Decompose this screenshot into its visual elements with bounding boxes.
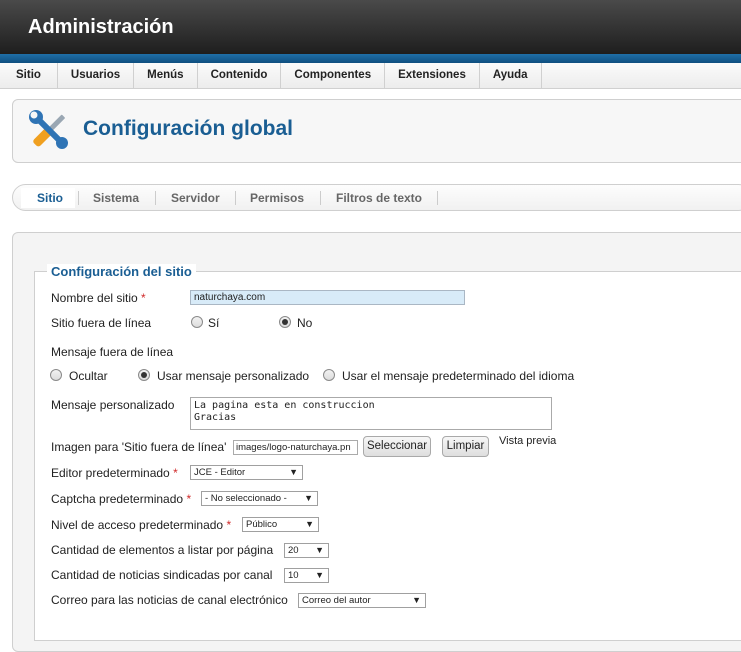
feed-limit-label: Cantidad de noticias sindicadas por cana… bbox=[51, 568, 273, 582]
dropdown-arrow-icon: ▼ bbox=[315, 545, 324, 555]
required-marker: * bbox=[226, 518, 232, 532]
offline-message-custom-label: Usar mensaje personalizado bbox=[157, 369, 310, 383]
dropdown-arrow-icon: ▼ bbox=[289, 467, 298, 477]
tab-sistema[interactable]: Sistema bbox=[93, 190, 139, 206]
offline-message-hide-radio[interactable] bbox=[50, 369, 62, 381]
default-access-label-text: Nivel de acceso predeterminado bbox=[51, 518, 224, 532]
default-access-label: Nivel de acceso predeterminado * bbox=[51, 518, 231, 532]
offline-message-default-radio[interactable] bbox=[323, 369, 335, 381]
required-marker: * bbox=[141, 291, 146, 305]
menu-item-usuarios[interactable]: Usuarios bbox=[58, 63, 135, 89]
site-name-input[interactable]: naturchaya.com bbox=[190, 290, 465, 305]
default-captcha-value: - No seleccionado - bbox=[205, 493, 287, 504]
offline-no-radio[interactable] bbox=[279, 316, 291, 328]
feed-email-value: Correo del autor bbox=[302, 595, 371, 606]
default-access-value: Público bbox=[246, 519, 278, 530]
feed-limit-value: 10 bbox=[288, 570, 299, 581]
fieldset-legend: Configuración del sitio bbox=[47, 264, 196, 279]
custom-message-textarea[interactable]: La pagina esta en construccion Gracias bbox=[190, 397, 552, 430]
default-captcha-label-text: Captcha predeterminado bbox=[51, 492, 184, 506]
tab-separator bbox=[235, 191, 236, 205]
offline-message-custom-radio[interactable] bbox=[138, 369, 150, 381]
offline-image-label: Imagen para 'Sitio fuera de línea' bbox=[51, 440, 227, 454]
menu-item-menus[interactable]: Menús bbox=[134, 63, 198, 89]
offline-message-default-label: Usar el mensaje predeterminado del idiom… bbox=[342, 369, 575, 383]
tab-separator bbox=[78, 191, 79, 205]
offline-message-hide-label: Ocultar bbox=[69, 369, 108, 383]
feed-email-label: Correo para las noticias de canal electr… bbox=[51, 593, 288, 607]
dropdown-arrow-icon: ▼ bbox=[412, 595, 421, 605]
tab-separator bbox=[437, 191, 438, 205]
required-marker: * bbox=[173, 466, 178, 480]
offline-no-label: No bbox=[297, 316, 313, 330]
dropdown-arrow-icon: ▼ bbox=[305, 519, 314, 529]
required-marker: * bbox=[186, 492, 192, 506]
feed-limit-select[interactable]: 10 ▼ bbox=[284, 568, 329, 583]
site-name-label: Nombre del sitio * bbox=[51, 291, 146, 305]
offline-yes-label: Sí bbox=[208, 316, 220, 330]
default-captcha-label: Captcha predeterminado * bbox=[51, 492, 191, 506]
menu-item-contenido[interactable]: Contenido bbox=[198, 63, 282, 89]
list-limit-select[interactable]: 20 ▼ bbox=[284, 543, 329, 558]
admin-header: Administración bbox=[0, 0, 741, 54]
default-editor-select[interactable]: JCE - Editor ▼ bbox=[190, 465, 303, 480]
offline-label: Sitio fuera de línea bbox=[51, 316, 152, 330]
tab-sitio[interactable]: Sitio bbox=[37, 190, 63, 206]
default-access-select[interactable]: Público ▼ bbox=[242, 517, 319, 532]
dropdown-arrow-icon: ▼ bbox=[315, 570, 324, 580]
image-preview-label: Vista previa bbox=[499, 435, 557, 447]
tab-servidor[interactable]: Servidor bbox=[171, 190, 220, 206]
menu-item-componentes[interactable]: Componentes bbox=[281, 63, 386, 89]
dropdown-arrow-icon: ▼ bbox=[304, 493, 313, 503]
clear-image-button[interactable]: Limpiar bbox=[442, 436, 489, 457]
tools-icon bbox=[29, 110, 68, 149]
menu-item-extensiones[interactable]: Extensiones bbox=[385, 63, 480, 89]
offline-yes-radio[interactable] bbox=[191, 316, 203, 328]
header-stripe bbox=[0, 54, 741, 63]
tab-filtros-de-texto[interactable]: Filtros de texto bbox=[336, 190, 422, 206]
page-title-panel: Configuración global bbox=[12, 99, 741, 163]
menu-item-sitio[interactable]: Sitio bbox=[0, 63, 58, 89]
header-title: Administración bbox=[28, 16, 174, 38]
page-title: Configuración global bbox=[83, 117, 293, 140]
tab-separator bbox=[320, 191, 321, 205]
tab-separator bbox=[155, 191, 156, 205]
tab-permisos[interactable]: Permisos bbox=[250, 190, 304, 206]
offline-message-label: Mensaje fuera de línea bbox=[51, 345, 174, 359]
custom-message-label: Mensaje personalizado bbox=[51, 398, 175, 412]
default-editor-label: Editor predeterminado * bbox=[51, 466, 178, 480]
main-menu: Sitio Usuarios Menús Contenido Component… bbox=[0, 63, 741, 89]
config-tabs: Sitio Sistema Servidor Permisos Filtros … bbox=[12, 184, 741, 211]
feed-email-select[interactable]: Correo del autor ▼ bbox=[298, 593, 426, 608]
default-editor-value: JCE - Editor bbox=[194, 467, 246, 478]
site-name-label-text: Nombre del sitio bbox=[51, 291, 138, 305]
default-editor-label-text: Editor predeterminado bbox=[51, 466, 170, 480]
list-limit-label: Cantidad de elementos a listar por págin… bbox=[51, 543, 274, 557]
menu-item-ayuda[interactable]: Ayuda bbox=[480, 63, 542, 89]
select-image-button[interactable]: Seleccionar bbox=[363, 436, 431, 457]
list-limit-value: 20 bbox=[288, 545, 299, 556]
default-captcha-select[interactable]: - No seleccionado - ▼ bbox=[201, 491, 318, 506]
offline-image-input[interactable]: images/logo-naturchaya.pn bbox=[233, 440, 358, 455]
